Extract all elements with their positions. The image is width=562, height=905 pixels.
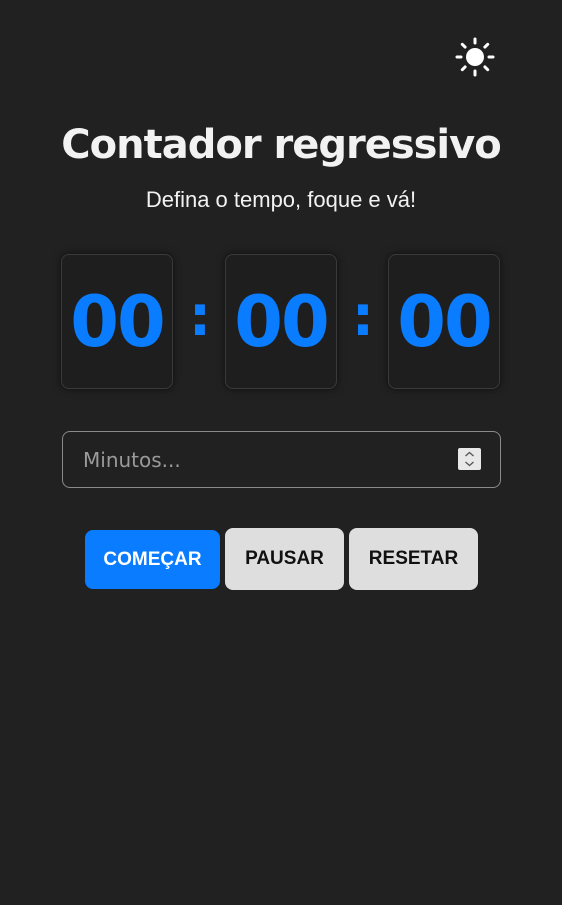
timer-separator: : — [188, 284, 212, 349]
minutes-input[interactable] — [63, 432, 443, 487]
countdown-page: Contador regressivo Defina o tempo, foqu… — [0, 0, 562, 905]
timer-separator: : — [351, 284, 375, 349]
start-button[interactable]: COMEÇAR — [85, 530, 220, 589]
seconds-display: 00 — [388, 254, 500, 389]
page-title: Contador regressivo — [61, 122, 501, 168]
reset-button[interactable]: RESETAR — [349, 528, 478, 590]
hours-display: 00 — [61, 254, 173, 389]
theme-toggle-button[interactable] — [455, 37, 495, 77]
spinner-icon[interactable] — [458, 448, 481, 470]
pause-button[interactable]: PAUSAR — [225, 528, 344, 590]
minutes-field — [62, 431, 501, 488]
page-subtitle: Defina o tempo, foque e vá! — [145, 187, 417, 212]
timer-display: 00 : 00 : 00 — [61, 254, 502, 391]
sun-icon — [455, 37, 495, 77]
minutes-display: 00 — [225, 254, 337, 389]
